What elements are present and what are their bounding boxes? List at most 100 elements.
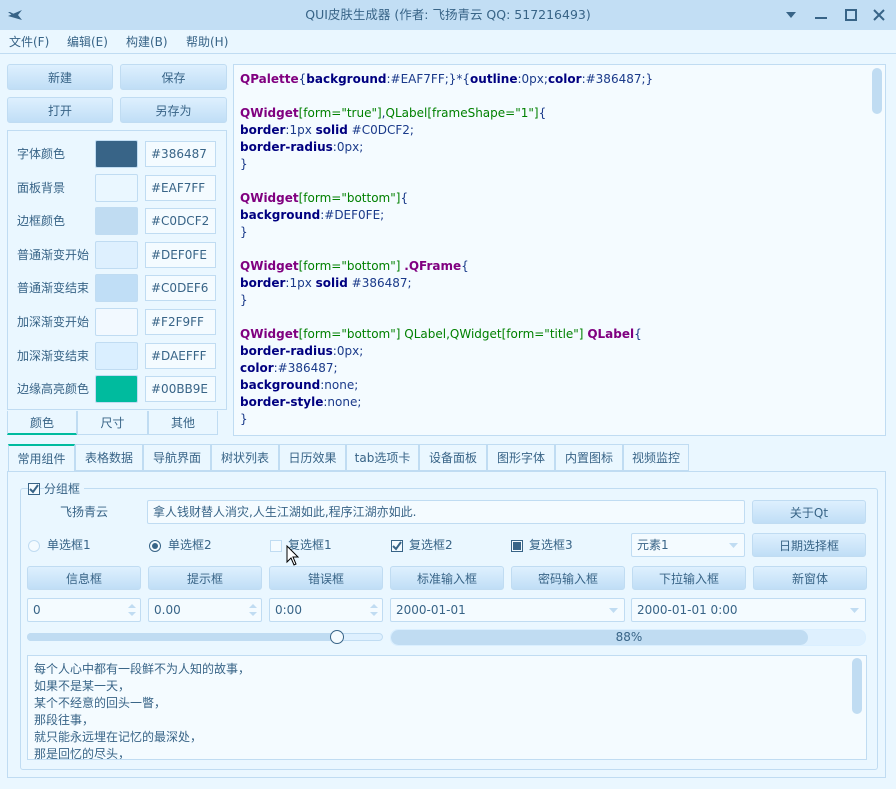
close-button[interactable]: [864, 0, 894, 30]
tab-other[interactable]: 其他: [148, 411, 218, 435]
code-content: QPalette{background:#EAF7FF;}*{outline:0…: [240, 71, 870, 428]
slider-fill: [27, 633, 337, 641]
main-tab[interactable]: 常用组件: [8, 444, 75, 471]
new-window-button[interactable]: 新窗体: [753, 566, 867, 590]
code-token: :0px;: [332, 344, 364, 358]
menu-file[interactable]: 文件(F): [9, 30, 49, 54]
main-tab[interactable]: 导航界面: [143, 444, 211, 471]
color-swatch-button[interactable]: [95, 342, 138, 370]
code-token: QWidget: [240, 259, 299, 273]
code-token: QWidget: [240, 191, 299, 205]
double-spinbox[interactable]: 0.00: [148, 598, 262, 622]
save-as-button[interactable]: 另存为: [120, 97, 227, 123]
main-tab[interactable]: 图形字体: [487, 444, 555, 471]
code-line: QWidget[form="bottom"] QLabel,QWidget[fo…: [240, 326, 870, 343]
color-value-input[interactable]: #DAEFFF: [145, 343, 216, 369]
text-edit[interactable]: 每个人心中都有一段鲜不为人知的故事， 如果不是某一天， 某个不经意的回头一瞥， 那段往…: [27, 655, 867, 760]
combo-input-button[interactable]: 下拉输入框: [632, 566, 746, 590]
main-tab[interactable]: 设备面板: [419, 444, 487, 471]
password-input-button[interactable]: 密码输入框: [511, 566, 625, 590]
radio-2[interactable]: [149, 540, 161, 552]
code-token: [form="bottom"]: [298, 191, 401, 205]
date-edit-value: 2000-01-01: [396, 603, 466, 617]
dropdown-button[interactable]: [776, 0, 806, 30]
time-edit[interactable]: 0:00: [269, 598, 383, 622]
info-box-button[interactable]: 信息框: [27, 566, 141, 590]
code-token: #386487;: [347, 276, 412, 290]
code-editor[interactable]: QPalette{background:#EAF7FF;}*{outline:0…: [233, 64, 886, 436]
main-tab[interactable]: 树状列表: [211, 444, 279, 471]
date-picker-button[interactable]: 日期选择框: [752, 533, 866, 557]
code-token: :none;: [323, 395, 362, 409]
menu-edit[interactable]: 编辑(E): [67, 30, 108, 54]
minimize-button[interactable]: [806, 0, 836, 30]
color-swatch-button[interactable]: [95, 241, 138, 269]
color-value-input[interactable]: #00BB9E: [145, 376, 216, 402]
line-edit[interactable]: 拿人钱财替人消灾,人生江湖如此,程序江湖亦如此.: [147, 500, 745, 524]
code-token: :0px;: [517, 72, 548, 86]
color-value-input[interactable]: #386487: [145, 141, 216, 167]
main-tab[interactable]: 内置图标: [555, 444, 623, 471]
about-qt-button[interactable]: 关于Qt: [752, 500, 866, 524]
code-token: {: [634, 327, 642, 341]
input-box-button[interactable]: 标准输入框: [390, 566, 504, 590]
int-spinbox[interactable]: 0: [27, 598, 141, 622]
main-tab[interactable]: 视频监控: [623, 444, 689, 471]
code-line: background:none;: [240, 377, 870, 394]
checkbox-2[interactable]: [391, 540, 403, 552]
code-token: :0px;: [332, 140, 364, 154]
main-tab[interactable]: tab选项卡: [346, 444, 419, 471]
text-line: 每个人心中都有一段鲜不为人知的故事，: [34, 662, 251, 676]
color-value-input[interactable]: #F2F9FF: [145, 309, 216, 335]
tab-color[interactable]: 颜色: [7, 411, 77, 435]
error-box-button[interactable]: 错误框: [269, 566, 383, 590]
save-button[interactable]: 保存: [120, 64, 227, 90]
hint-box-button[interactable]: 提示框: [148, 566, 262, 590]
group-checkbox[interactable]: [28, 483, 40, 495]
main-tab[interactable]: 表格数据: [75, 444, 143, 471]
color-swatch-button[interactable]: [95, 375, 138, 403]
text-scrollbar-handle[interactable]: [852, 658, 862, 714]
color-row-label: 普通渐变结束: [17, 281, 90, 295]
color-value-input[interactable]: #C0DEF6: [145, 275, 216, 301]
code-token: }: [240, 412, 248, 426]
code-line: border:1px solid #C0DCF2;: [240, 122, 870, 139]
code-scrollbar-handle[interactable]: [872, 68, 882, 114]
window-title: QUI皮肤生成器 (作者: 飞扬青云 QQ: 517216493): [305, 7, 591, 22]
text-edit-content: 每个人心中都有一段鲜不为人知的故事， 如果不是某一天， 某个不经意的回头一瞥， 那段往…: [34, 661, 251, 759]
datetime-edit-value: 2000-01-01 0:00: [637, 603, 738, 617]
open-button[interactable]: 打开: [7, 97, 113, 123]
color-swatch-button[interactable]: [95, 308, 138, 336]
mouse-cursor-icon: [286, 545, 300, 566]
progress-bar: 88%: [390, 629, 866, 646]
element-combo[interactable]: 元素1: [631, 533, 745, 557]
maximize-button[interactable]: [836, 0, 866, 30]
color-value-input[interactable]: #DEF0FE: [145, 242, 216, 268]
color-swatch-button[interactable]: [95, 274, 138, 302]
date-edit[interactable]: 2000-01-01: [390, 598, 625, 622]
color-swatch-button[interactable]: [95, 207, 138, 235]
checkbox-3[interactable]: [511, 540, 523, 552]
datetime-edit[interactable]: 2000-01-01 0:00: [631, 598, 866, 622]
close-icon: [873, 9, 885, 21]
slider-handle[interactable]: [330, 630, 344, 644]
code-token: border: [240, 123, 286, 137]
color-swatch-button[interactable]: [95, 140, 138, 168]
color-value-input[interactable]: #EAF7FF: [145, 175, 216, 201]
color-swatch-button[interactable]: [95, 174, 138, 202]
radio-1[interactable]: [28, 540, 40, 552]
code-token: background: [240, 208, 321, 222]
main-tab[interactable]: 日历效果: [279, 444, 346, 471]
color-row-label: 加深渐变结束: [17, 349, 90, 363]
tab-size[interactable]: 尺寸: [77, 411, 148, 435]
color-value-input[interactable]: #C0DCF2: [145, 208, 216, 234]
new-button[interactable]: 新建: [7, 64, 113, 90]
checkbox-1[interactable]: [270, 540, 282, 552]
code-line: border-radius:0px;: [240, 139, 870, 156]
menu-help[interactable]: 帮助(H): [186, 30, 228, 54]
time-edit-value: 0:00: [275, 603, 302, 617]
chevron-down-icon: [850, 608, 859, 613]
code-token: :#DEF0FE;: [320, 208, 385, 222]
menu-build[interactable]: 构建(B): [126, 30, 168, 54]
